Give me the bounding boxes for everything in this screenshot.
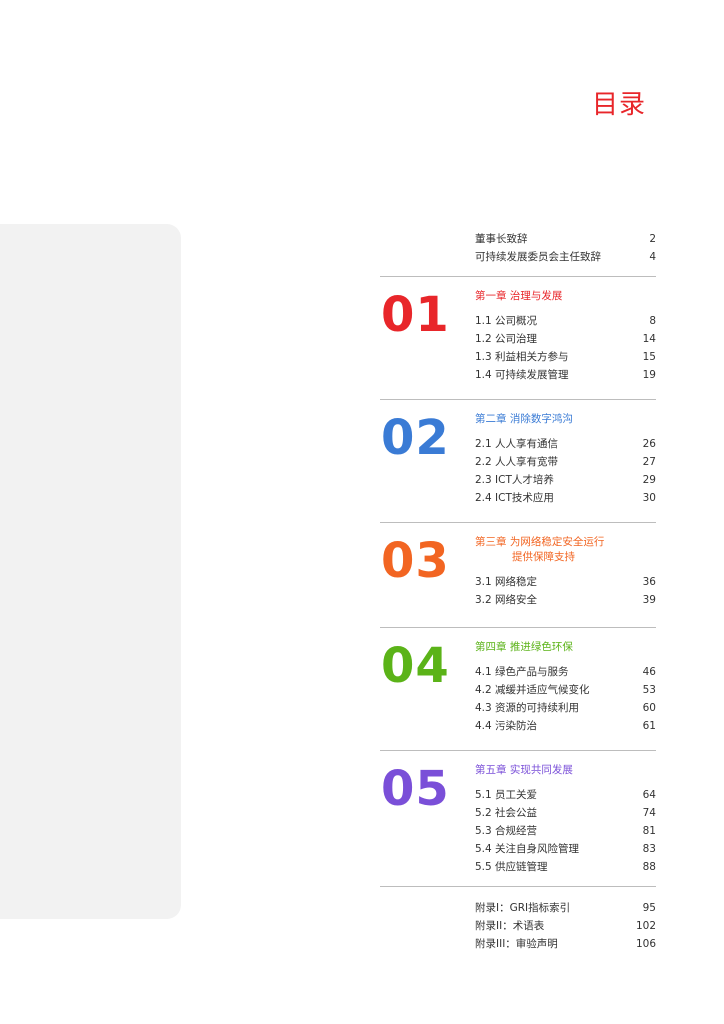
toc-page: 2 <box>649 233 656 245</box>
toc-label: 3.1 网络稳定 <box>475 576 538 588</box>
chapter-number: 04 <box>381 638 450 694</box>
toc-row[interactable]: 1.1 公司概况 8 <box>475 312 656 330</box>
chapter-title[interactable]: 第五章 实现共同发展 <box>475 763 656 778</box>
toc-row[interactable]: 4.3 资源的可持续利用 60 <box>475 699 656 717</box>
toc-page: 4 <box>649 251 656 263</box>
toc-label: 5.1 员工关爱 <box>475 789 538 801</box>
chapter-5: 05 第五章 实现共同发展 5.1 员工关爱 64 5.2 社会公益 74 5.3 … <box>380 751 656 876</box>
toc-label: 4.2 减缓并适应气候变化 <box>475 684 590 696</box>
toc-label: 4.4 污染防治 <box>475 720 538 732</box>
toc-row[interactable]: 5.4 关注自身风险管理 83 <box>475 840 656 858</box>
toc-row[interactable]: 2.4 ICT技术应用 30 <box>475 489 656 507</box>
toc-row[interactable]: 3.2 网络安全 39 <box>475 591 656 609</box>
toc-label: 4.3 资源的可持续利用 <box>475 702 580 714</box>
toc-row[interactable]: 5.5 供应链管理 88 <box>475 858 656 876</box>
toc-row[interactable]: 附录II：术语表 102 <box>475 917 656 935</box>
toc-page: 106 <box>635 938 656 950</box>
toc-page: 74 <box>642 807 656 819</box>
toc-page: 8 <box>649 315 656 327</box>
toc-page: 14 <box>642 333 656 345</box>
table-of-contents: 董事长致辞 2 可持续发展委员会主任致辞 4 01 第一章 治理与发展 1.1 … <box>380 230 656 953</box>
toc-page: 83 <box>642 843 656 855</box>
toc-page: 46 <box>642 666 656 678</box>
toc-label: 3.2 网络安全 <box>475 594 538 606</box>
toc-page: 53 <box>642 684 656 696</box>
toc-row[interactable]: 1.3 利益相关方参与 15 <box>475 348 656 366</box>
toc-page: 39 <box>642 594 656 606</box>
toc-page: 64 <box>642 789 656 801</box>
chapter-title[interactable]: 第三章 为网络稳定安全运行 提供保障支持 <box>475 535 656 565</box>
toc-page: 27 <box>642 456 656 468</box>
side-panel <box>0 224 181 919</box>
chapter-number: 01 <box>381 287 450 343</box>
toc-page: 60 <box>642 702 656 714</box>
toc-row[interactable]: 附录III：审验声明 106 <box>475 935 656 953</box>
chapter-2: 02 第二章 消除数字鸿沟 2.1 人人享有通信 26 2.2 人人享有宽带 27 … <box>380 400 656 512</box>
toc-label: 2.2 人人享有宽带 <box>475 456 559 468</box>
toc-label: 4.1 绿色产品与服务 <box>475 666 569 678</box>
toc-page: 81 <box>642 825 656 837</box>
toc-row[interactable]: 可持续发展委员会主任致辞 4 <box>475 248 656 266</box>
toc-label: 2.1 人人享有通信 <box>475 438 559 450</box>
toc-label: 5.3 合规经营 <box>475 825 538 837</box>
toc-row[interactable]: 4.1 绿色产品与服务 46 <box>475 663 656 681</box>
toc-page: 19 <box>642 369 656 381</box>
chapter-1: 01 第一章 治理与发展 1.1 公司概况 8 1.2 公司治理 14 1.3 利益… <box>380 277 656 389</box>
chapter-title[interactable]: 第一章 治理与发展 <box>475 289 656 304</box>
toc-row[interactable]: 5.1 员工关爱 64 <box>475 786 656 804</box>
toc-row[interactable]: 2.1 人人享有通信 26 <box>475 435 656 453</box>
chapter-3: 03 第三章 为网络稳定安全运行 提供保障支持 3.1 网络稳定 36 3.2 网络… <box>380 523 656 617</box>
toc-row[interactable]: 5.3 合规经营 81 <box>475 822 656 840</box>
toc-page: 15 <box>642 351 656 363</box>
toc-page: 26 <box>642 438 656 450</box>
toc-row[interactable]: 4.2 减缓并适应气候变化 53 <box>475 681 656 699</box>
toc-page: 29 <box>642 474 656 486</box>
toc-row[interactable]: 2.2 人人享有宽带 27 <box>475 453 656 471</box>
chapter-title[interactable]: 第四章 推进绿色环保 <box>475 640 656 655</box>
toc-page: 36 <box>642 576 656 588</box>
toc-label: 可持续发展委员会主任致辞 <box>475 251 601 263</box>
toc-page: 95 <box>642 902 656 914</box>
toc-label: 5.2 社会公益 <box>475 807 538 819</box>
toc-row[interactable]: 3.1 网络稳定 36 <box>475 573 656 591</box>
chapter-number: 03 <box>381 533 450 589</box>
chapter-title-line2: 提供保障支持 <box>512 551 575 563</box>
toc-row[interactable]: 4.4 污染防治 61 <box>475 717 656 735</box>
toc-row[interactable]: 董事长致辞 2 <box>475 230 656 248</box>
toc-row[interactable]: 2.3 ICT人才培养 29 <box>475 471 656 489</box>
chapter-number: 02 <box>381 410 450 466</box>
divider <box>380 886 656 887</box>
toc-label: 附录II：术语表 <box>475 920 545 932</box>
chapter-title[interactable]: 第二章 消除数字鸿沟 <box>475 412 656 427</box>
toc-label: 5.4 关注自身风险管理 <box>475 843 580 855</box>
toc-label: 1.3 利益相关方参与 <box>475 351 569 363</box>
toc-page: 88 <box>642 861 656 873</box>
toc-page: 61 <box>642 720 656 732</box>
chapter-number: 05 <box>381 761 450 817</box>
appendix-section: 附录I：GRI指标索引 95 附录II：术语表 102 附录III：审验声明 106 <box>380 891 656 953</box>
intro-section: 董事长致辞 2 可持续发展委员会主任致辞 4 <box>380 230 656 266</box>
toc-label: 2.3 ICT人才培养 <box>475 474 554 486</box>
toc-label: 2.4 ICT技术应用 <box>475 492 554 504</box>
toc-page: 30 <box>642 492 656 504</box>
chapter-4: 04 第四章 推进绿色环保 4.1 绿色产品与服务 46 4.2 减缓并适应气候变… <box>380 628 656 740</box>
toc-label: 1.2 公司治理 <box>475 333 538 345</box>
toc-label: 1.4 可持续发展管理 <box>475 369 569 381</box>
toc-label: 附录I：GRI指标索引 <box>475 902 571 914</box>
toc-row[interactable]: 1.4 可持续发展管理 19 <box>475 366 656 384</box>
toc-row[interactable]: 1.2 公司治理 14 <box>475 330 656 348</box>
toc-page: 102 <box>635 920 656 932</box>
toc-label: 1.1 公司概况 <box>475 315 538 327</box>
toc-row[interactable]: 5.2 社会公益 74 <box>475 804 656 822</box>
toc-row[interactable]: 附录I：GRI指标索引 95 <box>475 899 656 917</box>
toc-label: 5.5 供应链管理 <box>475 861 548 873</box>
toc-label: 董事长致辞 <box>475 233 528 245</box>
toc-label: 附录III：审验声明 <box>475 938 558 950</box>
page-title: 目录 <box>591 90 646 120</box>
